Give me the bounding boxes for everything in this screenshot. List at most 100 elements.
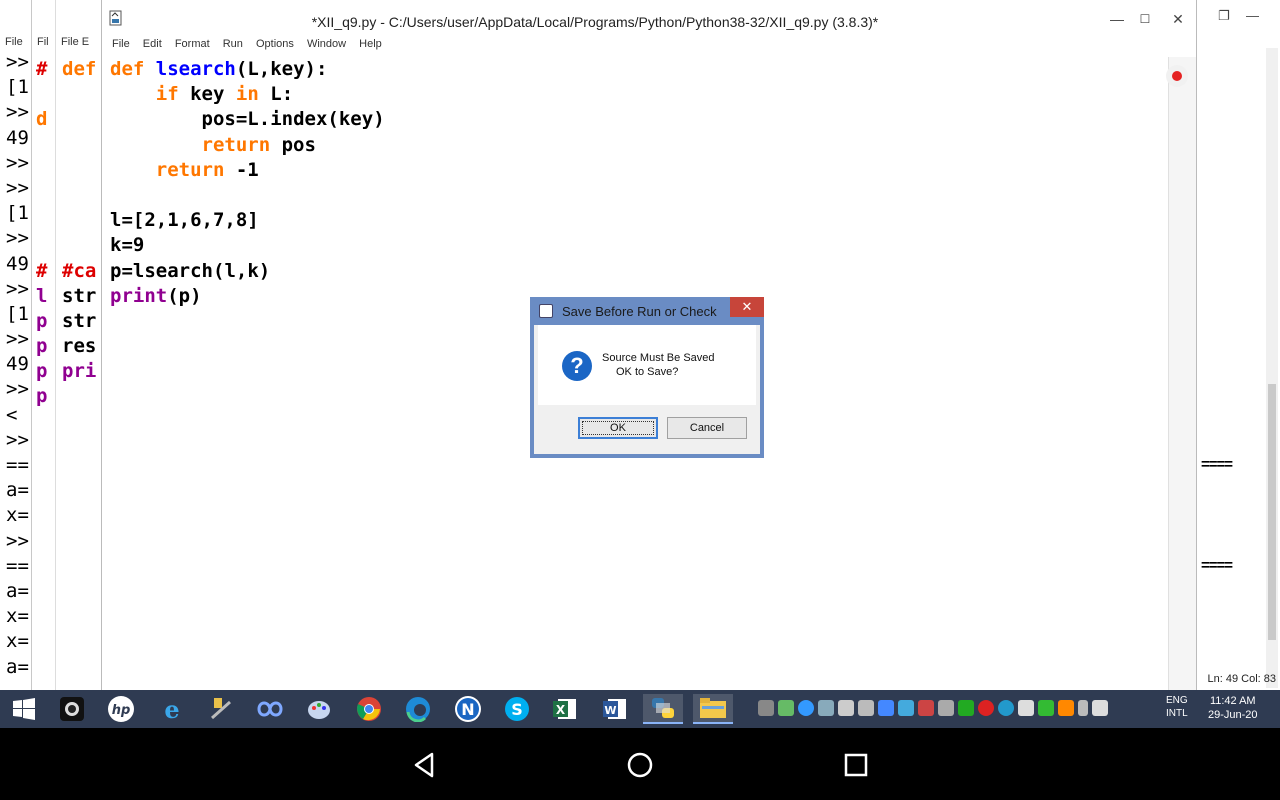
minimize-button[interactable]: —: [1102, 8, 1132, 30]
tray-snowflake-icon[interactable]: [898, 700, 914, 716]
camera-app-icon[interactable]: [56, 694, 88, 724]
quick-heal-icon[interactable]: [1038, 700, 1054, 716]
maximize-button[interactable]: ☐: [1130, 8, 1160, 30]
infinity-app-icon[interactable]: [254, 694, 286, 724]
code-line[interactable]: return -1: [110, 158, 385, 183]
internet-explorer-icon[interactable]: e: [156, 694, 188, 724]
dialog-message-line1: Source Must Be Saved: [602, 352, 715, 364]
back-icon[interactable]: [410, 750, 440, 780]
editor-titlebar[interactable]: *XII_q9.py - C:/Users/user/AppData/Local…: [102, 0, 1198, 36]
background-text-line: pri: [62, 360, 97, 383]
editor2-menu-file[interactable]: Fil: [37, 36, 49, 48]
tray-red-icon[interactable]: [978, 700, 994, 716]
skype-icon[interactable]: S: [501, 694, 533, 724]
right-scrollbar-thumb[interactable]: [1268, 384, 1276, 640]
tray-tools-icon[interactable]: [918, 700, 934, 716]
menu-options[interactable]: Options: [256, 38, 294, 50]
shell-restart-rule: ====: [1201, 557, 1233, 574]
background-text-line: str: [62, 284, 97, 307]
menu-file[interactable]: File: [112, 38, 130, 50]
menu-window[interactable]: Window: [307, 38, 346, 50]
background-editor2-text: # d # l p p p p: [36, 57, 47, 410]
menu-edit[interactable]: Edit: [143, 38, 162, 50]
hp-icon[interactable]: hp: [105, 694, 137, 724]
background-text-line: res: [62, 335, 97, 358]
bluetooth-icon[interactable]: [878, 700, 894, 716]
tray-leaf-icon[interactable]: [778, 700, 794, 716]
shell-menu-file[interactable]: File: [5, 36, 23, 48]
background-editor-window-2[interactable]: Fil # d # l p p p p: [32, 0, 56, 690]
tray-blue-icon[interactable]: [998, 700, 1014, 716]
chrome-icon[interactable]: [353, 694, 385, 724]
background-text-line: [62, 208, 96, 233]
code-line[interactable]: pos=L.index(key): [110, 107, 385, 132]
taskbar-clock[interactable]: 11:42 AM 29-Jun-20: [1208, 694, 1258, 722]
tray-window-icon[interactable]: [938, 700, 954, 716]
background-text-line: #ca: [62, 259, 97, 282]
background-text-line: def: [62, 58, 97, 80]
code-line[interactable]: [110, 183, 385, 208]
home-icon[interactable]: [625, 750, 655, 780]
background-shell-text: >> [1 >> 49 >> >> [1 >> 49 >> [1 >> 49 >> < >> == a= x= >> =…: [6, 50, 29, 680]
python-taskbar-icon[interactable]: [643, 694, 683, 724]
editor-menubar[interactable]: File Edit Format Run Options Window Help: [102, 38, 1198, 56]
language-indicator[interactable]: ENG INTL: [1166, 694, 1188, 720]
cancel-button[interactable]: Cancel: [667, 417, 747, 439]
background-editor2-menu[interactable]: Fil: [32, 36, 55, 54]
tray-monitor-icon[interactable]: [818, 700, 834, 716]
minimize-icon[interactable]: —: [1246, 8, 1259, 23]
code-editor[interactable]: def lsearch(L,key): if key in L: pos=L.i…: [110, 57, 385, 309]
menu-run[interactable]: Run: [223, 38, 243, 50]
code-line[interactable]: def lsearch(L,key):: [110, 57, 385, 82]
code-line[interactable]: l=[2,1,6,7,8]: [110, 208, 385, 233]
dialog-titlebar[interactable]: Save Before Run or Check ✕: [530, 297, 764, 325]
word-icon[interactable]: W: [599, 694, 631, 724]
code-line[interactable]: print(p): [110, 284, 385, 309]
battery-icon[interactable]: [1078, 700, 1088, 716]
background-text-line: <: [6, 403, 18, 426]
tray-orange-icon[interactable]: [1058, 700, 1074, 716]
tray-printer-icon[interactable]: [758, 700, 774, 716]
restore-icon[interactable]: ❐: [1218, 8, 1230, 24]
code-line[interactable]: if key in L:: [110, 82, 385, 107]
background-text-line: a=: [6, 655, 29, 678]
android-nav-bar: [0, 728, 1280, 800]
save-before-run-dialog[interactable]: Save Before Run or Check ✕ ? Source Must…: [530, 297, 764, 458]
editor3-menu-file[interactable]: File E: [61, 36, 89, 48]
volume-icon[interactable]: [1092, 700, 1108, 716]
menu-help[interactable]: Help: [359, 38, 382, 50]
recent-apps-icon[interactable]: [841, 750, 871, 780]
code-line[interactable]: return pos: [110, 133, 385, 158]
background-text-line: a=: [6, 579, 29, 602]
menu-format[interactable]: Format: [175, 38, 210, 50]
dialog-close-button[interactable]: ✕: [730, 297, 764, 317]
tray-app-icon[interactable]: [838, 700, 854, 716]
norton-icon[interactable]: N: [452, 694, 484, 724]
code-line[interactable]: p=lsearch(l,k): [110, 259, 385, 284]
tray-box-icon[interactable]: [1018, 700, 1034, 716]
code-line[interactable]: k=9: [110, 233, 385, 258]
tray-teamviewer-icon[interactable]: [798, 700, 814, 716]
right-window-controls[interactable]: ❐ —: [1200, 6, 1280, 28]
tools-icon[interactable]: [205, 694, 237, 724]
edge-icon[interactable]: [402, 694, 434, 724]
background-text-line: [62, 133, 96, 158]
nvidia-icon[interactable]: [958, 700, 974, 716]
paint-icon[interactable]: [303, 694, 335, 724]
background-text-line: [62, 107, 96, 132]
system-tray[interactable]: [758, 700, 1108, 718]
tray-pen-icon[interactable]: [858, 700, 874, 716]
dialog-message-line2: OK to Save?: [616, 366, 679, 378]
background-shell-window[interactable]: File >> [1 >> 49 >> >> [1 >> 49 >> [1 >> 49 >> < >> == a=…: [0, 0, 32, 690]
file-explorer-icon[interactable]: [693, 694, 733, 724]
background-shell-window-right[interactable]: ❐ — ==== ==== Ln: 49 Col: 83: [1196, 0, 1280, 690]
ok-button[interactable]: OK: [578, 417, 658, 439]
excel-icon[interactable]: X: [549, 694, 581, 724]
windows-start-icon[interactable]: [8, 694, 40, 724]
close-button[interactable]: ✕: [1160, 8, 1196, 30]
background-editor3-menu[interactable]: File E: [56, 36, 101, 54]
background-text-line: p: [36, 309, 48, 332]
svg-text:e: e: [164, 696, 179, 722]
background-editor-window-3[interactable]: File E def #ca str str res pri: [56, 0, 102, 690]
editor-scrollbar[interactable]: [1168, 57, 1198, 690]
